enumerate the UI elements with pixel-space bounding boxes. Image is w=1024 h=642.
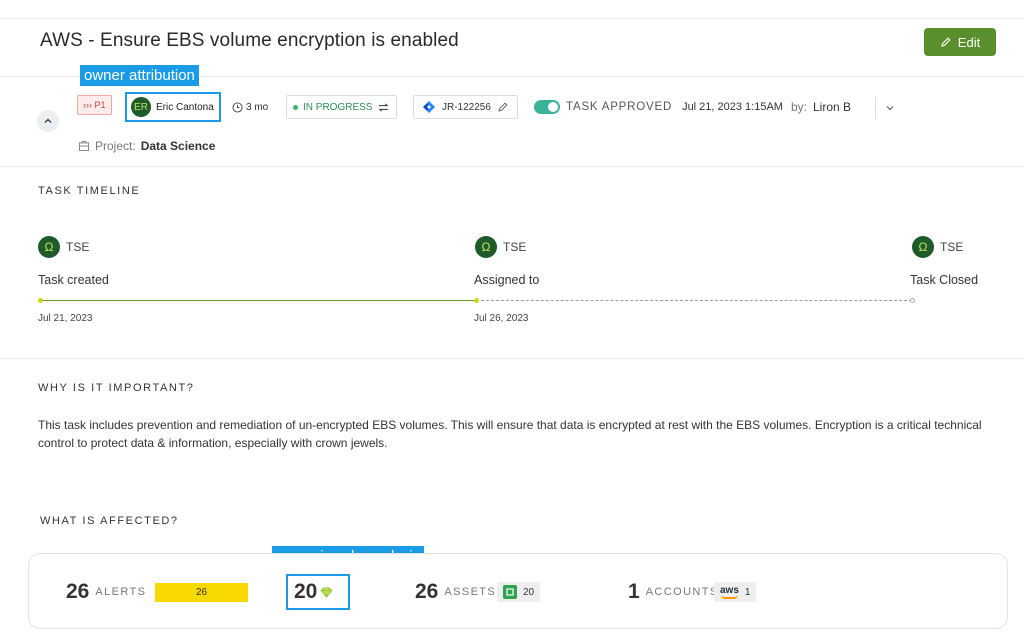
chevron-down-icon[interactable] [884, 102, 896, 114]
timeline-user-name: TSE [503, 240, 527, 254]
timeline-divider [0, 358, 1024, 359]
accounts-count: 1 [628, 580, 640, 603]
task-age-value: 3 mo [246, 101, 269, 113]
priority-badge[interactable]: ››› P1 [77, 95, 112, 115]
alerts-stat[interactable]: 26 ALERTS [66, 580, 146, 604]
pencil-icon [941, 37, 951, 47]
timeline-event-date: Jul 21, 2023 [38, 313, 93, 324]
approval-toggle[interactable] [534, 100, 560, 114]
owner-avatar: ER [131, 97, 151, 117]
clock-icon [232, 101, 243, 113]
accounts-chip-value: 1 [744, 586, 751, 598]
asset-icon [503, 585, 517, 599]
timeline-dot [474, 298, 479, 303]
timeline-user-assigned: Ω TSE [475, 236, 526, 258]
assets-stat[interactable]: 26 ASSETS [415, 580, 496, 604]
accounts-chip: aws 1 [714, 582, 757, 602]
project-name: Data Science [140, 139, 216, 153]
project-info: Project: Data Science [78, 139, 215, 153]
assets-label: ASSETS [444, 586, 497, 598]
timeline-user-name: TSE [940, 240, 964, 254]
importance-text: This task includes prevention and remedi… [38, 418, 982, 450]
timeline-event-date: Jul 26, 2023 [474, 313, 529, 324]
alerts-bar: 26 [155, 583, 248, 602]
approval-by-prefix: by: [790, 100, 807, 114]
top-divider [0, 18, 1024, 19]
project-icon [79, 141, 89, 151]
tse-avatar-icon: Ω [38, 236, 60, 258]
timeline-heading: TASK TIMELINE [38, 185, 141, 197]
assets-chip-value: 20 [523, 586, 535, 598]
jira-icon [423, 101, 435, 113]
alerts-count: 26 [66, 580, 90, 603]
task-approval: TASK APPROVED Jul 21, 2023 1:15AM by: Li… [534, 95, 851, 119]
owner-attribution-annotation: owner attribution [80, 65, 199, 86]
status-dropdown[interactable]: IN PROGRESS [286, 95, 398, 119]
edit-pencil-icon[interactable] [497, 101, 509, 113]
approval-date: Jul 21, 2023 1:15AM [682, 101, 783, 113]
timeline-progress-line [40, 300, 476, 301]
owner-chip[interactable]: ER Eric Cantona [127, 94, 220, 120]
timeline-dot-pending [910, 298, 915, 303]
approval-by-name: Liron B [812, 100, 852, 114]
edit-button[interactable]: Edit [924, 28, 996, 56]
chevron-up-icon [44, 118, 52, 123]
task-age: 3 mo [232, 95, 268, 119]
jira-ticket-chip[interactable]: JR-122256 [413, 95, 518, 119]
assets-count: 26 [415, 580, 439, 603]
status-dot-icon [293, 104, 298, 110]
project-prefix: Project: [95, 139, 136, 153]
accounts-stat[interactable]: 1 ACCOUNTS [628, 580, 719, 604]
tse-avatar-icon: Ω [475, 236, 497, 258]
crown-jewels-count: 20 [294, 580, 318, 603]
timeline-pending-line [476, 300, 912, 301]
timeline-event-label: Task Closed [910, 273, 979, 287]
accounts-label: ACCOUNTS [645, 586, 719, 598]
meta-divider [0, 166, 1024, 167]
jira-ticket-id: JR-122256 [442, 101, 491, 113]
page-title: AWS - Ensure EBS volume encryption is en… [40, 30, 459, 51]
sync-icon [379, 102, 389, 112]
importance-heading: WHY IS IT IMPORTANT? [38, 382, 195, 394]
approval-label: TASK APPROVED [566, 101, 673, 113]
edit-button-label: Edit [957, 34, 981, 50]
alerts-label: ALERTS [95, 586, 147, 598]
timeline-event-label: Assigned to [474, 273, 540, 287]
diamond-icon [320, 587, 333, 598]
vertical-divider [875, 97, 876, 119]
aws-logo-icon: aws [720, 585, 739, 599]
status-label: IN PROGRESS [303, 101, 373, 113]
timeline-user-name: TSE [66, 240, 90, 254]
crown-jewels-stat[interactable]: 20 [286, 574, 350, 610]
collapse-button[interactable] [37, 110, 59, 132]
owner-name: Eric Cantona [156, 101, 214, 113]
timeline-user-closed: Ω TSE [912, 236, 963, 258]
timeline-user-created: Ω TSE [38, 236, 89, 258]
assets-chip: 20 [497, 582, 541, 602]
timeline-event-label: Task created [38, 273, 109, 287]
affected-heading: WHAT IS AFFECTED? [40, 515, 179, 527]
tse-avatar-icon: Ω [912, 236, 934, 258]
timeline-dot [38, 298, 43, 303]
